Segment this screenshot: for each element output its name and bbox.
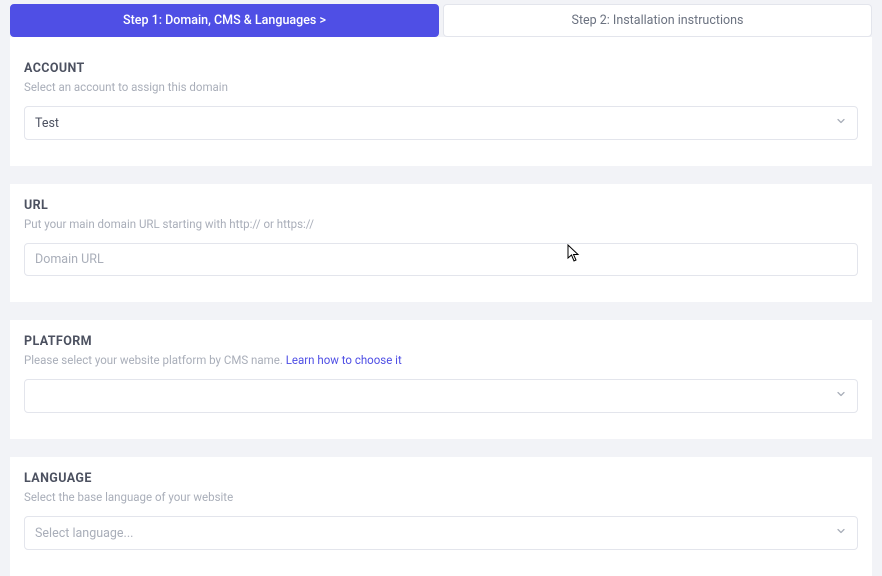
platform-title: PLATFORM xyxy=(24,334,858,349)
tab-step2-label: Step 2: Installation instructions xyxy=(572,13,744,28)
language-card: LANGUAGE Select the base language of you… xyxy=(10,457,872,576)
tab-step1-label: Step 1: Domain, CMS & Languages > xyxy=(123,13,326,28)
url-input-placeholder: Domain URL xyxy=(35,252,104,267)
account-desc: Select an account to assign this domain xyxy=(24,80,858,94)
url-desc: Put your main domain URL starting with h… xyxy=(24,217,858,231)
language-desc: Select the base language of your website xyxy=(24,490,858,504)
tab-step2[interactable]: Step 2: Installation instructions xyxy=(443,4,872,37)
platform-desc: Please select your website platform by C… xyxy=(24,353,858,367)
language-title: LANGUAGE xyxy=(24,471,858,486)
url-title: URL xyxy=(24,198,858,213)
wizard-tabs: Step 1: Domain, CMS & Languages > Step 2… xyxy=(0,0,882,37)
account-select-value: Test xyxy=(35,116,59,131)
url-card: URL Put your main domain URL starting wi… xyxy=(10,184,872,302)
account-select[interactable]: Test xyxy=(24,106,858,140)
platform-card: PLATFORM Please select your website plat… xyxy=(10,320,872,439)
platform-select[interactable] xyxy=(24,379,858,413)
platform-learn-link[interactable]: Learn how to choose it xyxy=(286,353,402,367)
language-select-placeholder: Select language... xyxy=(35,526,133,541)
chevron-down-icon xyxy=(835,525,847,541)
account-title: ACCOUNT xyxy=(24,61,858,76)
chevron-down-icon xyxy=(835,115,847,131)
chevron-down-icon xyxy=(835,388,847,404)
tab-step1[interactable]: Step 1: Domain, CMS & Languages > xyxy=(10,4,439,37)
account-card: ACCOUNT Select an account to assign this… xyxy=(10,37,872,166)
language-select[interactable]: Select language... xyxy=(24,516,858,550)
url-input[interactable]: Domain URL xyxy=(24,243,858,276)
platform-desc-text: Please select your website platform by C… xyxy=(24,353,286,367)
